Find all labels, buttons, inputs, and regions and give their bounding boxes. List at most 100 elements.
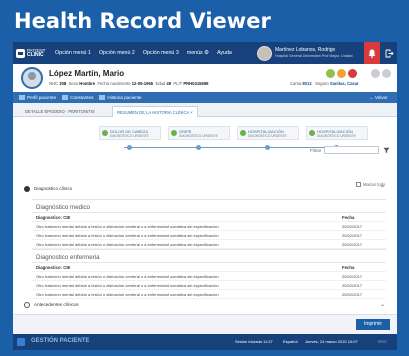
chevron-up-icon[interactable]: ⌃ xyxy=(380,185,385,192)
app-logo[interactable]: PATIENT CLINIC xyxy=(13,42,47,64)
tab-history-summary-label: RESUMEN DE LA HISTORIA CLÍNICA xyxy=(117,110,190,115)
age-label: Edad xyxy=(155,81,166,86)
subnav-profile[interactable]: Perfil paciente xyxy=(19,95,56,100)
menu-item-help[interactable]: Ayuda xyxy=(217,50,232,56)
nursing-diagnosis-panel: Diagnostico enfermeria Diagnostico: CIE … xyxy=(32,249,386,299)
status-red-icon[interactable] xyxy=(348,69,357,78)
language-select[interactable]: Español xyxy=(283,339,297,344)
status-orange-icon[interactable] xyxy=(337,69,346,78)
pid-label: PLIT xyxy=(173,81,183,86)
user-profile[interactable]: Martínez Lobanos, Rodrigo Hospital Genera… xyxy=(257,45,353,61)
filter-label: Filtrar xyxy=(310,148,322,153)
logo-line2: CLINIC xyxy=(27,52,44,58)
expand-section-icon xyxy=(24,302,30,308)
col-header-diagnosis: Diagnostico: CIE xyxy=(36,215,71,220)
nhc-value: 308 xyxy=(59,81,67,86)
history-icon xyxy=(99,95,106,100)
diagnosis-date: 20/02/2017 xyxy=(342,224,363,229)
footer-bar: GESTIÓN PACIENTE Sesión iniciada 11:37 E… xyxy=(13,334,397,350)
back-label: Volver xyxy=(374,95,388,100)
logout-icon xyxy=(385,49,394,57)
sex-label: Sexo xyxy=(68,81,79,86)
sex-value: Hombre xyxy=(79,81,96,86)
timeline-card-sub: DIAGNÓSTICO URGENTE xyxy=(248,134,287,138)
app-window: PATIENT CLINIC Opción menú 1 Opción menú … xyxy=(13,42,397,350)
environment-badge: TEST xyxy=(377,339,388,344)
subnav-vitals-label: Constantes xyxy=(70,95,94,100)
status-grey-icon[interactable] xyxy=(371,69,380,78)
diagnosis-date: 20/02/2017 xyxy=(342,292,363,297)
room-label: Cama xyxy=(290,81,302,86)
timeline-card-2[interactable]: GRIPE DIAGNÓSTICO URGENTE xyxy=(168,126,230,140)
menu-item-2[interactable]: Opción menú 2 xyxy=(99,50,135,56)
filter-funnel-icon[interactable] xyxy=(383,147,390,154)
dob-value: 12-05-1965 xyxy=(131,81,154,86)
tab-episode-detail[interactable]: DETALLE EPISODIO · PERITONITIS xyxy=(21,106,99,117)
timeline-card-sub: DIAGNÓSTICO URGENTE xyxy=(110,134,149,138)
room-info: Cama 8012 Seguro Sanitas, Casar xyxy=(290,81,359,86)
profile-icon xyxy=(19,95,25,100)
page-title: Health Record Viewer xyxy=(0,0,409,40)
back-button[interactable]: ← Volver xyxy=(369,95,388,100)
subnav-profile-label: Perfil paciente xyxy=(27,95,57,100)
nhc-label: NHC xyxy=(49,81,59,86)
patient-avatar xyxy=(21,67,43,89)
footer-logo-icon xyxy=(17,338,25,346)
insurer-label: Seguro xyxy=(315,81,329,86)
menu-item-3[interactable]: Opción menú 3 xyxy=(143,50,179,56)
logout-button[interactable] xyxy=(381,42,397,64)
top-nav-bar: PATIENT CLINIC Opción menú 1 Opción menú … xyxy=(13,42,397,64)
timeline-card-3[interactable]: HOSPITALIZACIÓN DIAGNÓSTICO URGENTE xyxy=(237,126,299,140)
table-header: Diagnostico: CIE Fecha xyxy=(32,213,386,222)
subnav-vitals[interactable]: Constantes xyxy=(62,95,93,100)
print-button[interactable]: Imprimir xyxy=(356,319,390,330)
tab-history-summary[interactable]: RESUMEN DE LA HISTORIA CLÍNICA × xyxy=(112,106,198,117)
alert-button[interactable] xyxy=(364,42,380,64)
panel-title: Diagnostico enfermeria xyxy=(32,250,386,263)
subnav-history[interactable]: Historia paciente xyxy=(99,95,142,100)
timeline-dot-1[interactable] xyxy=(127,145,132,150)
status-indicators xyxy=(326,69,357,78)
filter-input[interactable] xyxy=(324,146,379,154)
diagnosis-text: Otro trastorno mental debido a lesión o … xyxy=(36,274,219,279)
table-row[interactable]: Otro trastorno mental debido a lesión o … xyxy=(32,222,386,231)
hospital-bed-icon-2 xyxy=(309,130,315,136)
section-title: Diagnostico clínico xyxy=(34,186,73,191)
col-header-date: Fecha xyxy=(342,265,355,270)
tab-bar: DETALLE EPISODIO · PERITONITIS RESUMEN D… xyxy=(13,103,397,117)
section-title-antecedents: Antecedentes clínicos xyxy=(34,302,79,307)
table-row[interactable]: Otro trastorno mental debido a lesión o … xyxy=(32,290,386,299)
pid-value: PRH0415698 xyxy=(183,81,209,86)
section-header-antecedents[interactable]: Antecedentes clínicos ⌄ xyxy=(13,301,397,310)
table-row[interactable]: Otro trastorno mental debido a lesión o … xyxy=(32,240,386,249)
diagnosis-text: Otro trastorno mental debido a lesión o … xyxy=(36,224,219,229)
table-row[interactable]: Otro trastorno mental debido a lesión o … xyxy=(32,281,386,290)
table-header: Diagnostico: CIE Fecha xyxy=(32,263,386,272)
status-indicators-secondary xyxy=(371,69,391,78)
status-grey-icon-2[interactable] xyxy=(382,69,391,78)
chevron-down-icon[interactable]: ⌄ xyxy=(380,301,385,308)
timeline-dot-3[interactable] xyxy=(265,145,270,150)
section-header-diagnostics[interactable]: Diagnostico clínico ⌃ xyxy=(13,185,397,194)
timeline-card-1[interactable]: DOLOR DE CABEZA DIAGNÓSTICO URGENTE xyxy=(99,126,161,140)
user-avatar xyxy=(257,45,272,61)
session-info: Sesión iniciada 11:37 xyxy=(235,339,273,344)
action-bar: Imprimir xyxy=(13,314,397,334)
dob-label: Fecha nacimiento xyxy=(97,81,131,86)
timeline-dot-2[interactable] xyxy=(196,145,201,150)
subnav-history-label: Historia paciente xyxy=(107,95,142,100)
age-value: 49 xyxy=(166,81,172,86)
close-tab-icon[interactable]: × xyxy=(190,110,192,115)
status-green-icon[interactable] xyxy=(326,69,335,78)
medical-diagnosis-panel: Diagnóstico medico Diagnostico: CIE Fech… xyxy=(32,199,386,249)
menu-item-more[interactable]: menús ⚙ xyxy=(187,50,209,56)
diagnosis-text: Otro trastorno mental debido a lesión o … xyxy=(36,283,219,288)
headache-icon xyxy=(102,130,108,136)
table-row[interactable]: Otro trastorno mental debido a lesión o … xyxy=(32,272,386,281)
date-time: Jueves, 24 marzo 2015 10:07 xyxy=(305,339,358,344)
patient-info: NHC 308 Sexo Hombre Fecha nacimiento 12-… xyxy=(49,81,209,86)
table-row[interactable]: Otro trastorno mental debido a lesión o … xyxy=(32,231,386,240)
diagnosis-text: Otro trastorno mental debido a lesión o … xyxy=(36,242,219,247)
timeline-card-4[interactable]: HOSPITALIZACIÓN DIAGNÓSTICO URGENTE xyxy=(306,126,368,140)
menu-item-1[interactable]: Opción menú 1 xyxy=(55,50,91,56)
